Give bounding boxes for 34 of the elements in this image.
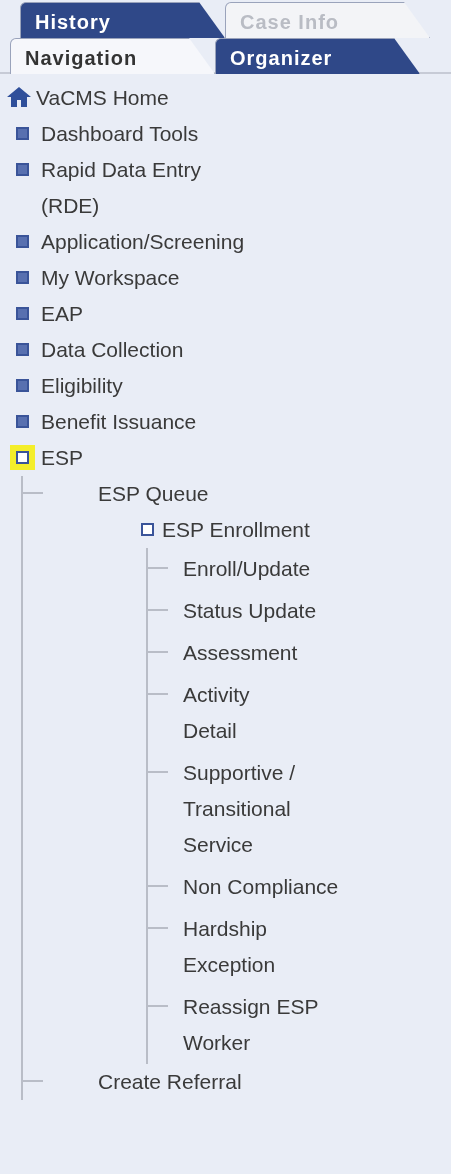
- tab[interactable]: Organizer: [215, 38, 420, 74]
- tree-item-label[interactable]: Rapid Data Entry (RDE): [41, 152, 201, 224]
- expand-toggle[interactable]: [16, 235, 29, 248]
- tree-item-label[interactable]: Reassign ESP Worker: [183, 989, 319, 1061]
- expand-toggle[interactable]: [16, 271, 29, 284]
- collapse-toggle[interactable]: [141, 523, 154, 536]
- tree-item-label[interactable]: My Workspace: [41, 260, 180, 296]
- tree-item-label[interactable]: ESP Queue: [98, 476, 209, 512]
- tree-item-label[interactable]: ESP: [41, 440, 84, 476]
- expand-toggle[interactable]: [16, 127, 29, 140]
- tree-item-label[interactable]: Benefit Issuance: [41, 404, 197, 440]
- tree-item-label[interactable]: Non Compliance: [183, 869, 339, 905]
- expand-toggle[interactable]: [16, 343, 29, 356]
- tree-item-label[interactable]: Supportive / Transitional Service: [183, 755, 296, 863]
- tree-item-label[interactable]: Assessment: [183, 635, 298, 671]
- tab[interactable]: History: [20, 2, 225, 38]
- expand-toggle[interactable]: [16, 379, 29, 392]
- home-icon: [6, 86, 32, 108]
- tree-item-label[interactable]: Eligibility: [41, 368, 123, 404]
- tree-item-label[interactable]: Status Update: [183, 593, 317, 629]
- tree-item-label[interactable]: Enroll/Update: [183, 551, 311, 587]
- tree-item-label[interactable]: Activity Detail: [183, 677, 250, 749]
- tree-item-label[interactable]: Create Referral: [98, 1064, 242, 1100]
- tree-item-label[interactable]: Hardship Exception: [183, 911, 276, 983]
- tree-item-label[interactable]: EAP: [41, 296, 84, 332]
- tree-item-label[interactable]: ESP Enrollment: [162, 512, 310, 548]
- tree-item-label[interactable]: Data Collection: [41, 332, 184, 368]
- tab[interactable]: Navigation: [10, 38, 215, 74]
- tree-item-label[interactable]: VaCMS Home: [36, 80, 169, 116]
- expand-toggle[interactable]: [16, 163, 29, 176]
- tree-item-label[interactable]: Dashboard Tools: [41, 116, 199, 152]
- expand-toggle[interactable]: [16, 307, 29, 320]
- tree-item-label[interactable]: Application/Screening: [41, 224, 245, 260]
- expand-toggle[interactable]: [16, 415, 29, 428]
